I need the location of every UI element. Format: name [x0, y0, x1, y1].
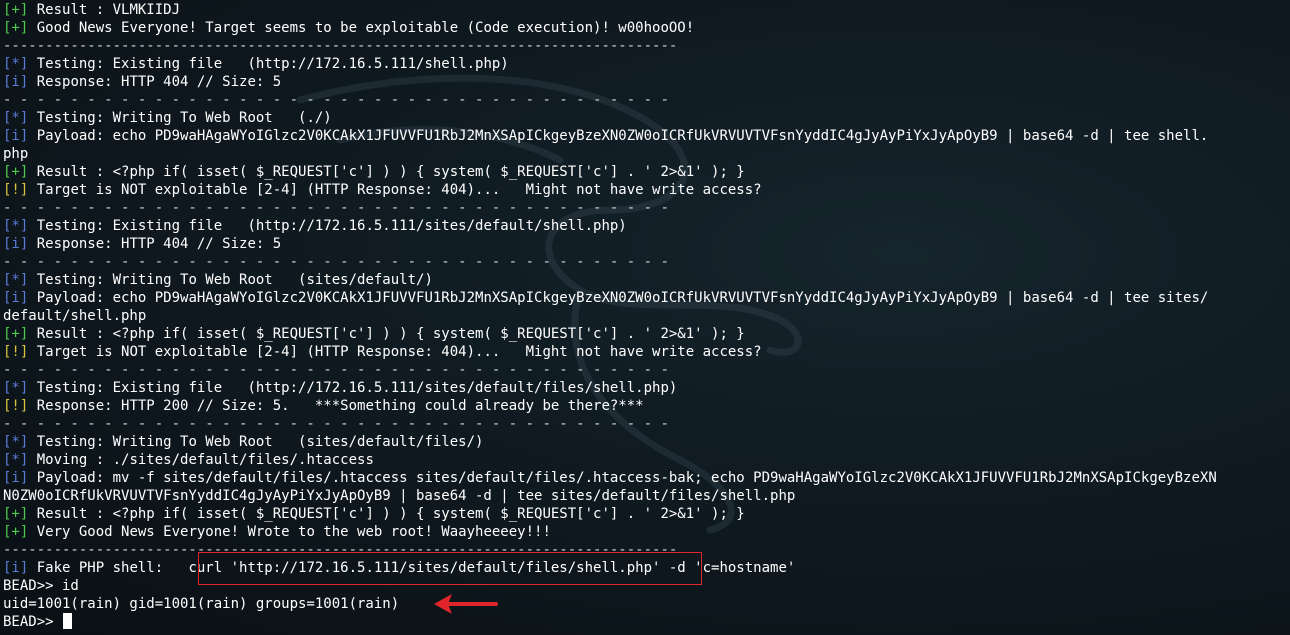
highlight-box: [198, 552, 702, 585]
status-tag: [+]: [3, 164, 29, 180]
output-line: [+] Result : <?php if( isset( $_REQUEST[…: [3, 505, 1290, 523]
output-line: [*] Testing: Writing To Web Root (sites/…: [3, 433, 1290, 451]
line-text: Moving : ./sites/default/files/.htaccess: [28, 452, 374, 468]
output-line: [!] Response: HTTP 200 // Size: 5. ***So…: [3, 397, 1290, 415]
line-text: php: [3, 146, 29, 162]
status-tag: [!]: [3, 398, 29, 414]
line-text: default/shell.php: [3, 308, 147, 324]
red-arrow-icon: [434, 594, 498, 614]
output-line: [i] Response: HTTP 404 // Size: 5: [3, 73, 1290, 91]
status-tag: [+]: [3, 20, 29, 36]
line-text: Result : VLMKIIDJ: [28, 2, 181, 18]
line-text: Target is NOT exploitable [2-4] (HTTP Re…: [28, 344, 762, 360]
status-tag: [i]: [3, 290, 29, 306]
output-line: [i] Response: HTTP 404 // Size: 5: [3, 235, 1290, 253]
line-text: N0ZW0oICRfUkVRVUVTVFsnYyddIC4gJyAyPiYxJy…: [3, 488, 796, 504]
output-line: [*] Testing: Existing file (http://172.1…: [3, 55, 1290, 73]
output-line: [+] Very Good News Everyone! Wrote to th…: [3, 523, 1290, 541]
separator-line: - - - - - - - - - - - - - - - - - - - - …: [3, 253, 1290, 271]
status-tag: [i]: [3, 74, 29, 90]
separator-line: - - - - - - - - - - - - - - - - - - - - …: [3, 415, 1290, 433]
line-text: BEAD>>: [3, 614, 63, 630]
separator-line: - - - - - - - - - - - - - - - - - - - - …: [3, 361, 1290, 379]
line-text: Response: HTTP 404 // Size: 5: [28, 74, 282, 90]
output-line: [*] Testing: Writing To Web Root (./): [3, 109, 1290, 127]
line-text: Very Good News Everyone! Wrote to the we…: [28, 524, 551, 540]
line-text: Result : <?php if( isset( $_REQUEST['c']…: [28, 326, 745, 342]
status-tag: [+]: [3, 2, 29, 18]
output-line: [i] Payload: mv -f sites/default/files/.…: [3, 469, 1290, 487]
output-line: uid=1001(rain) gid=1001(rain) groups=100…: [3, 595, 1290, 613]
output-line: [i] Payload: echo PD9waHAgaWYoIGlzc2V0KC…: [3, 127, 1290, 145]
status-tag: [!]: [3, 344, 29, 360]
line-text: - - - - - - - - - - - - - - - - - - - - …: [3, 254, 669, 270]
status-tag: [*]: [3, 452, 29, 468]
line-text: Result : <?php if( isset( $_REQUEST['c']…: [28, 164, 745, 180]
status-tag: [i]: [3, 560, 29, 576]
output-line: [i] Payload: echo PD9waHAgaWYoIGlzc2V0KC…: [3, 289, 1290, 307]
line-text: - - - - - - - - - - - - - - - - - - - - …: [3, 92, 669, 108]
output-line: default/shell.php: [3, 307, 1290, 325]
line-text: - - - - - - - - - - - - - - - - - - - - …: [3, 362, 669, 378]
line-text: Testing: Writing To Web Root (sites/defa…: [28, 434, 484, 450]
output-line: [!] Target is NOT exploitable [2-4] (HTT…: [3, 181, 1290, 199]
separator-line: - - - - - - - - - - - - - - - - - - - - …: [3, 91, 1290, 109]
status-tag: [*]: [3, 272, 29, 288]
output-line: [+] Result : <?php if( isset( $_REQUEST[…: [3, 163, 1290, 181]
line-text: Testing: Existing file (http://172.16.5.…: [28, 56, 509, 72]
status-tag: [+]: [3, 506, 29, 522]
line-text: Testing: Existing file (http://172.16.5.…: [28, 380, 678, 396]
line-text: Response: HTTP 200 // Size: 5. ***Someth…: [28, 398, 644, 414]
terminal-window[interactable]: [+] Result : VLMKIIDJ [+] Good News Every…: [0, 0, 1290, 635]
line-text: Response: HTTP 404 // Size: 5: [28, 236, 282, 252]
status-tag: [!]: [3, 182, 29, 198]
line-text: BEAD>> id: [3, 578, 79, 594]
line-text: Payload: mv -f sites/default/files/.htac…: [28, 470, 1217, 486]
line-text: Target is NOT exploitable [2-4] (HTTP Re…: [28, 182, 762, 198]
output-line: [+] Result : <?php if( isset( $_REQUEST[…: [3, 325, 1290, 343]
text-cursor: [63, 613, 73, 629]
status-tag: [i]: [3, 470, 29, 486]
line-text: Result : <?php if( isset( $_REQUEST['c']…: [28, 506, 745, 522]
output-line: [+] Result : VLMKIIDJ: [3, 1, 1290, 19]
line-text: Testing: Writing To Web Root (./): [28, 110, 332, 126]
status-tag: [*]: [3, 56, 29, 72]
status-tag: [*]: [3, 218, 29, 234]
status-tag: [+]: [3, 524, 29, 540]
line-text: Testing: Existing file (http://172.16.5.…: [28, 218, 627, 234]
output-line: N0ZW0oICRfUkVRVUVTVFsnYyddIC4gJyAyPiYxJy…: [3, 487, 1290, 505]
shell-prompt-line[interactable]: BEAD>>: [3, 613, 1290, 631]
output-line: [*] Testing: Existing file (http://172.1…: [3, 379, 1290, 397]
status-tag: [*]: [3, 380, 29, 396]
output-line: php: [3, 145, 1290, 163]
status-tag: [*]: [3, 434, 29, 450]
output-line: [*] Moving : ./sites/default/files/.htac…: [3, 451, 1290, 469]
status-tag: [i]: [3, 128, 29, 144]
separator-line: ----------------------------------------…: [3, 37, 1290, 55]
line-text: Testing: Writing To Web Root (sites/defa…: [28, 272, 433, 288]
line-text: - - - - - - - - - - - - - - - - - - - - …: [3, 200, 669, 216]
output-line: [!] Target is NOT exploitable [2-4] (HTT…: [3, 343, 1290, 361]
line-text: uid=1001(rain) gid=1001(rain) groups=100…: [3, 596, 400, 612]
status-tag: [+]: [3, 326, 29, 342]
terminal-output: [+] Result : VLMKIIDJ [+] Good News Every…: [3, 1, 1290, 631]
separator-line: - - - - - - - - - - - - - - - - - - - - …: [3, 199, 1290, 217]
output-line: [*] Testing: Existing file (http://172.1…: [3, 217, 1290, 235]
line-text: ----------------------------------------…: [3, 38, 678, 54]
line-text: Payload: echo PD9waHAgaWYoIGlzc2V0KCAkX1…: [28, 128, 1209, 144]
status-tag: [*]: [3, 110, 29, 126]
line-text: Good News Everyone! Target seems to be e…: [28, 20, 695, 36]
output-line: [*] Testing: Writing To Web Root (sites/…: [3, 271, 1290, 289]
line-text: - - - - - - - - - - - - - - - - - - - - …: [3, 416, 669, 432]
status-tag: [i]: [3, 236, 29, 252]
output-line: [+] Good News Everyone! Target seems to …: [3, 19, 1290, 37]
line-text: Payload: echo PD9waHAgaWYoIGlzc2V0KCAkX1…: [28, 290, 1209, 306]
